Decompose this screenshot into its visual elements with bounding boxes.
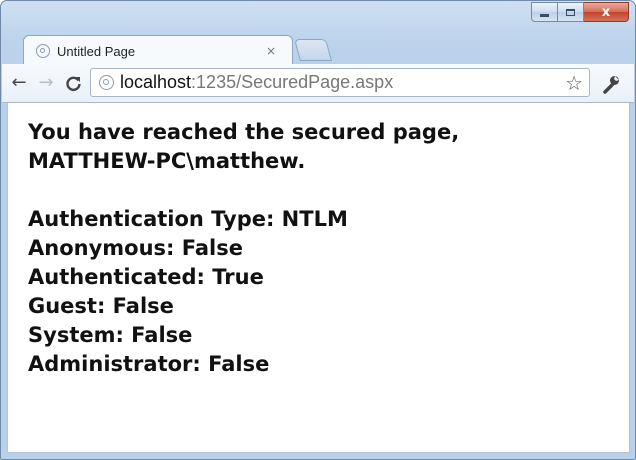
- close-icon: x: [601, 4, 611, 20]
- detail-guest: Guest: False: [28, 294, 174, 318]
- minimize-button[interactable]: [531, 2, 558, 22]
- page-icon: [99, 75, 114, 90]
- heading-line-1: You have reached the secured page,: [28, 120, 460, 144]
- heading-line-2: MATTHEW-PC\matthew.: [28, 149, 306, 173]
- wrench-icon: [603, 76, 619, 94]
- browser-window: x Untitled Page × ← → localhost:1235/Sec…: [0, 0, 636, 460]
- settings-wrench-button[interactable]: [600, 73, 622, 95]
- page-content: You have reached the secured page, MATTH…: [7, 103, 630, 453]
- maximize-button[interactable]: [558, 2, 584, 22]
- tab-close-icon[interactable]: ×: [266, 44, 276, 58]
- browser-toolbar: ← → localhost:1235/SecuredPage.aspx ☆: [2, 64, 634, 103]
- detail-anonymous: Anonymous: False: [28, 236, 243, 260]
- back-button[interactable]: ←: [8, 72, 30, 94]
- detail-authenticated: Authenticated: True: [28, 265, 264, 289]
- tab-untitled-page[interactable]: Untitled Page ×: [23, 35, 293, 65]
- detail-administrator: Administrator: False: [28, 352, 270, 376]
- minimize-icon: [540, 13, 549, 17]
- reload-button[interactable]: [62, 72, 84, 94]
- detail-system: System: False: [28, 323, 193, 347]
- detail-authentication-type: Authentication Type: NTLM: [28, 207, 348, 231]
- new-tab-button[interactable]: [294, 39, 332, 61]
- back-arrow-icon: ←: [11, 72, 27, 93]
- bookmark-star-icon[interactable]: ☆: [565, 71, 583, 95]
- url-text: localhost:1235/SecuredPage.aspx: [120, 72, 565, 93]
- forward-button[interactable]: →: [35, 72, 57, 94]
- close-window-button[interactable]: x: [584, 2, 629, 22]
- reload-icon: [65, 76, 81, 91]
- address-bar[interactable]: localhost:1235/SecuredPage.aspx ☆: [90, 68, 590, 97]
- maximize-icon: [566, 8, 575, 16]
- caption-buttons: x: [531, 2, 629, 22]
- url-path: :1235/SecuredPage.aspx: [191, 72, 394, 92]
- forward-arrow-icon: →: [38, 72, 54, 93]
- page-globe-icon: [36, 44, 50, 58]
- url-host: localhost: [120, 72, 192, 92]
- tab-title: Untitled Page: [57, 43, 136, 59]
